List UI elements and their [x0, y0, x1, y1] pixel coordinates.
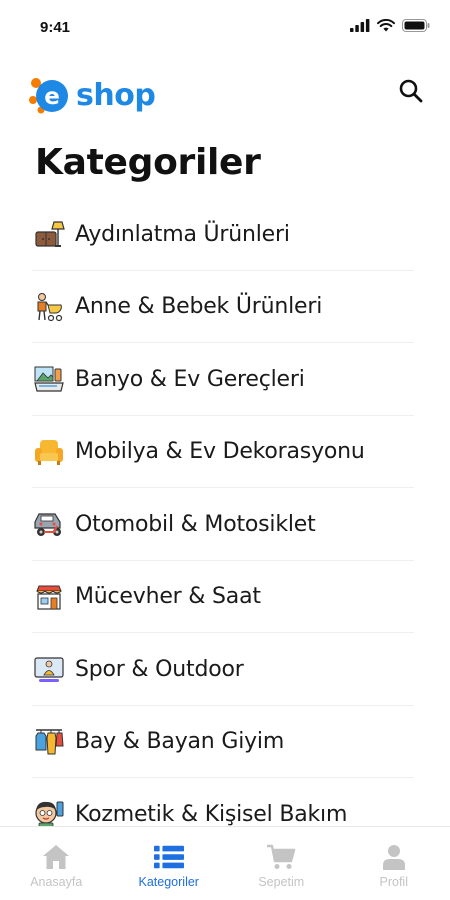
- jewelry-store-icon: [32, 580, 66, 614]
- app-header: e shop: [0, 66, 450, 122]
- wifi-icon: [377, 18, 395, 37]
- home-icon: [41, 843, 71, 871]
- category-label: Mücevher & Saat: [75, 584, 261, 610]
- list-icon: [153, 843, 184, 871]
- search-icon: [399, 79, 423, 103]
- logo-text: shop: [76, 77, 156, 113]
- category-label: Otomobil & Motosiklet: [75, 511, 316, 537]
- user-icon: [379, 843, 409, 871]
- search-button[interactable]: [396, 76, 426, 106]
- page-title: Kategoriler: [35, 142, 261, 183]
- armchair-icon: [32, 435, 66, 469]
- category-item-aydinlatma[interactable]: Aydınlatma Ürünleri: [0, 198, 450, 271]
- nav-label: Anasayfa: [30, 875, 83, 889]
- category-item-mobilya[interactable]: Mobilya & Ev Dekorasyonu: [0, 416, 450, 489]
- svg-text:e: e: [44, 84, 60, 110]
- category-item-mucevher[interactable]: Mücevher & Saat: [0, 561, 450, 634]
- category-item-giyim[interactable]: Bay & Bayan Giyim: [0, 706, 450, 779]
- category-item-otomobil[interactable]: Otomobil & Motosiklet: [0, 488, 450, 561]
- category-label: Anne & Bebek Ürünleri: [75, 294, 323, 320]
- bottom-nav: Anasayfa Kategoriler Sepetim Profil: [0, 826, 450, 900]
- category-label: Kozmetik & Kişisel Bakım: [75, 801, 348, 826]
- fitness-icon: [32, 652, 66, 686]
- category-item-kozmetik[interactable]: Kozmetik & Kişisel Bakım: [0, 778, 450, 826]
- logo-mark-icon: e: [29, 78, 68, 114]
- status-bar: 9:41: [0, 0, 450, 52]
- eshop-logo[interactable]: e shop: [28, 72, 156, 118]
- category-item-spor[interactable]: Spor & Outdoor: [0, 633, 450, 706]
- category-list: Aydınlatma Ürünleri Anne & Bebek Ürünler…: [0, 198, 450, 826]
- status-icons: [350, 18, 430, 37]
- nav-item-anasayfa[interactable]: Anasayfa: [0, 827, 113, 900]
- category-label: Mobilya & Ev Dekorasyonu: [75, 439, 365, 465]
- car-icon: [32, 507, 66, 541]
- category-item-banyo[interactable]: Banyo & Ev Gereçleri: [0, 343, 450, 416]
- category-label: Aydınlatma Ürünleri: [75, 221, 290, 247]
- signal-icon: [350, 19, 370, 37]
- category-label: Banyo & Ev Gereçleri: [75, 366, 305, 392]
- lamp-icon: [32, 217, 66, 251]
- stroller-icon: [32, 290, 66, 324]
- cosmetics-icon: [32, 797, 66, 826]
- status-time: 9:41: [40, 19, 71, 36]
- category-item-anne-bebek[interactable]: Anne & Bebek Ürünleri: [0, 271, 450, 344]
- nav-item-kategoriler[interactable]: Kategoriler: [113, 827, 226, 900]
- clothing-icon: [32, 725, 66, 759]
- nav-label: Sepetim: [258, 875, 305, 889]
- nav-label: Kategoriler: [138, 875, 199, 889]
- cart-icon: [266, 843, 296, 871]
- category-label: Bay & Bayan Giyim: [75, 729, 285, 755]
- bathroom-icon: [32, 362, 66, 396]
- nav-item-profil[interactable]: Profil: [338, 827, 450, 900]
- category-label: Spor & Outdoor: [75, 656, 244, 682]
- nav-label: Profil: [379, 875, 408, 889]
- nav-item-sepetim[interactable]: Sepetim: [225, 827, 338, 900]
- battery-icon: [402, 19, 430, 37]
